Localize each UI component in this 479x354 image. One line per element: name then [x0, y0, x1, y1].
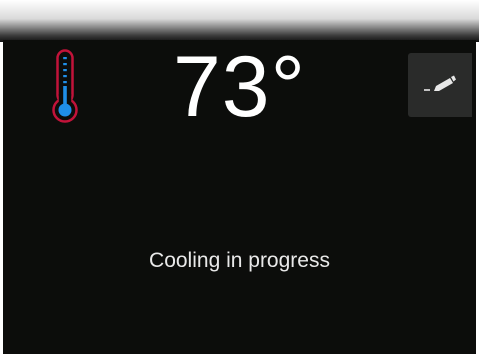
- top-bezel: [0, 0, 479, 42]
- current-temperature: 73°: [172, 39, 307, 135]
- thermostat-screen: 73°: [3, 40, 476, 354]
- status-text: Cooling in progress: [149, 249, 330, 272]
- pencil-icon: [424, 75, 456, 91]
- edit-button[interactable]: [408, 53, 472, 117]
